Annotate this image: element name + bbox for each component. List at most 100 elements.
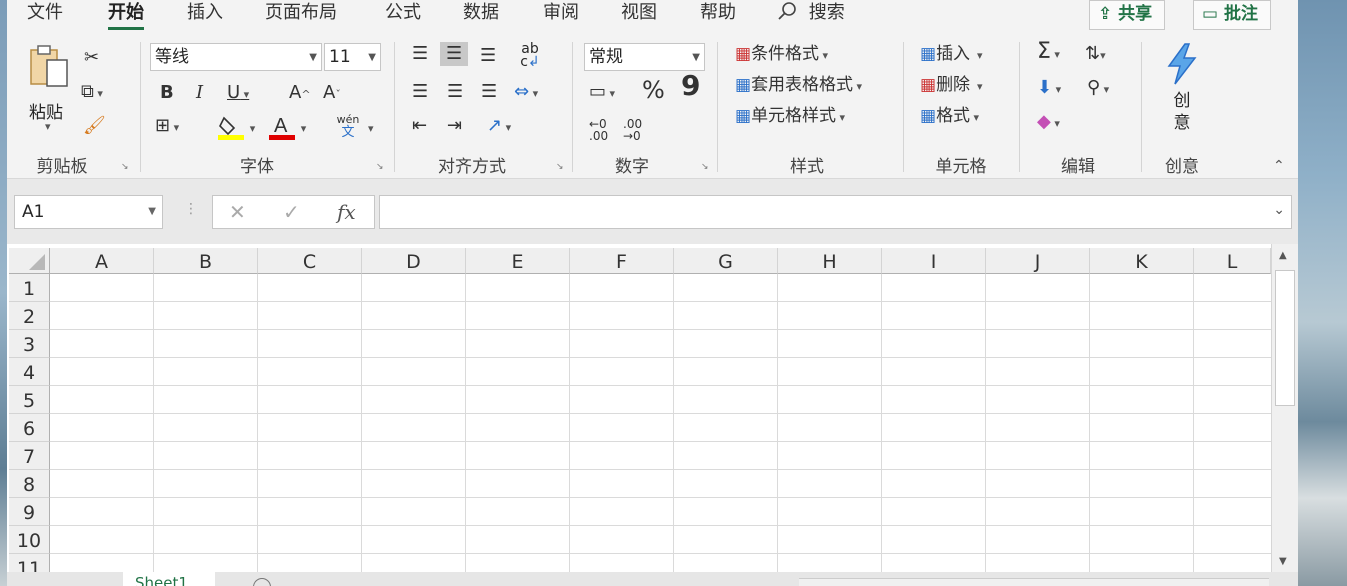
font-size-combo[interactable]: 11 ▼ xyxy=(324,43,381,71)
delete-cells-button[interactable]: ▦删除 ▾ xyxy=(920,74,983,98)
tab-help[interactable]: 帮助 xyxy=(700,0,736,30)
bold-icon[interactable]: B xyxy=(160,83,174,103)
horizontal-scrollbar[interactable] xyxy=(799,578,1269,586)
row-header-2[interactable]: 2 xyxy=(9,302,50,330)
collapse-ribbon-icon[interactable]: ⌃ xyxy=(1273,156,1285,176)
align-top-icon[interactable]: ☰ xyxy=(412,44,428,64)
expand-formula-icon[interactable]: ⌄ xyxy=(1273,202,1285,218)
orientation-icon[interactable]: ↗ ▾ xyxy=(487,116,511,138)
paste-button[interactable]: 粘贴 ▾ xyxy=(25,42,73,134)
paste-dropdown-icon[interactable]: ▾ xyxy=(45,120,51,133)
search-box[interactable]: 搜索 xyxy=(777,0,845,30)
align-bottom-icon[interactable]: ☰ xyxy=(480,46,496,66)
tab-page-layout[interactable]: 页面布局 xyxy=(265,0,337,30)
insert-function-button[interactable]: fx xyxy=(337,200,356,224)
format-painter-icon[interactable]: 🖌 xyxy=(83,116,106,136)
phonetic-guide-icon[interactable]: wén 文 xyxy=(333,114,363,140)
italic-icon[interactable]: I xyxy=(196,83,203,103)
align-right-icon[interactable]: ☰ xyxy=(481,82,497,102)
formula-input[interactable]: ⌄ xyxy=(379,195,1292,229)
select-all-corner[interactable] xyxy=(9,248,50,274)
insert-cells-button[interactable]: ▦插入 ▾ xyxy=(920,43,983,67)
vertical-scrollbar[interactable]: ▲ ▼ xyxy=(1271,244,1298,578)
column-header-a[interactable]: A xyxy=(50,248,154,274)
row-header-1[interactable]: 1 xyxy=(9,274,50,302)
column-header-g[interactable]: G xyxy=(674,248,778,274)
tab-file[interactable]: 文件 xyxy=(27,0,63,30)
fill-icon[interactable]: ⬇ ▾ xyxy=(1037,78,1061,100)
cell-styles-button[interactable]: ▦单元格样式 ▾ xyxy=(735,105,845,129)
align-left-icon[interactable]: ☰ xyxy=(412,82,428,102)
row-header-9[interactable]: 9 xyxy=(9,498,50,526)
clipboard-launcher-icon[interactable]: ↘ xyxy=(121,162,129,172)
borders-icon[interactable]: ⊞ ▾ xyxy=(155,116,179,138)
scroll-thumb[interactable] xyxy=(1275,270,1295,406)
align-center-icon[interactable]: ☰ xyxy=(447,82,463,102)
scroll-down-icon[interactable]: ▼ xyxy=(1279,556,1287,567)
cut-icon[interactable]: ✂ xyxy=(84,48,99,68)
column-header-b[interactable]: B xyxy=(154,248,258,274)
comma-style-icon[interactable]: 9 xyxy=(681,72,700,100)
number-format-combo[interactable]: 常规 ▼ xyxy=(584,43,705,71)
underline-icon[interactable]: U ▾ xyxy=(227,83,249,105)
clear-icon[interactable]: ◆ ▾ xyxy=(1037,112,1060,134)
copy-icon[interactable]: ⧉ ▾ xyxy=(81,82,103,104)
row-header-6[interactable]: 6 xyxy=(9,414,50,442)
comments-button[interactable]: ▭ 批注 xyxy=(1193,0,1271,30)
row-header-3[interactable]: 3 xyxy=(9,330,50,358)
conditional-formatting-button[interactable]: ▦条件格式 ▾ xyxy=(735,43,828,67)
percent-style-icon[interactable]: % xyxy=(642,78,665,102)
scroll-up-icon[interactable]: ▲ xyxy=(1279,250,1287,261)
row-header-7[interactable]: 7 xyxy=(9,442,50,470)
column-header-l[interactable]: L xyxy=(1194,248,1271,274)
share-button[interactable]: ⇪ 共享 xyxy=(1089,0,1166,30)
cancel-icon[interactable]: ✕ xyxy=(229,200,246,224)
tab-review[interactable]: 审阅 xyxy=(543,0,579,30)
column-header-c[interactable]: C xyxy=(258,248,362,274)
column-header-k[interactable]: K xyxy=(1090,248,1194,274)
increase-font-icon[interactable]: A^ xyxy=(289,83,311,105)
column-gridline xyxy=(361,274,362,586)
autosum-icon[interactable]: Σ ▾ xyxy=(1037,41,1060,65)
column-header-f[interactable]: F xyxy=(570,248,674,274)
align-middle-icon[interactable]: ☰ xyxy=(440,42,469,66)
font-launcher-icon[interactable]: ↘ xyxy=(376,162,384,172)
name-box[interactable]: A1 ▼ xyxy=(14,195,163,229)
format-as-table-button[interactable]: ▦套用表格格式 ▾ xyxy=(735,74,862,98)
tab-formulas[interactable]: 公式 xyxy=(385,0,421,30)
number-launcher-icon[interactable]: ↘ xyxy=(701,162,709,172)
decrease-font-icon[interactable]: Aˇ xyxy=(323,83,341,105)
sort-filter-icon[interactable]: ⇅▾ xyxy=(1085,44,1106,66)
tab-data[interactable]: 数据 xyxy=(463,0,499,30)
find-select-icon[interactable]: ⚲ ▾ xyxy=(1087,78,1109,100)
row-header-5[interactable]: 5 xyxy=(9,386,50,414)
decrease-indent-icon[interactable]: ⇤ xyxy=(412,116,427,136)
column-header-e[interactable]: E xyxy=(466,248,570,274)
alignment-launcher-icon[interactable]: ↘ xyxy=(556,162,564,172)
row-header-8[interactable]: 8 xyxy=(9,470,50,498)
column-header-h[interactable]: H xyxy=(778,248,882,274)
merge-center-icon[interactable]: ⇔ ▾ xyxy=(514,82,538,104)
format-cells-button[interactable]: ▦格式 ▾ xyxy=(920,105,979,129)
creativity-button[interactable]: 创意 xyxy=(1162,42,1202,134)
column-header-i[interactable]: I xyxy=(882,248,986,274)
increase-decimal-icon[interactable]: ←0.00 xyxy=(589,118,608,142)
worksheet-grid[interactable]: ABCDEFGHIJKL 1 2 3 4 5 6 7 8 9 10 11 xyxy=(7,244,1271,586)
tab-insert[interactable]: 插入 xyxy=(187,0,223,30)
enter-icon[interactable]: ✓ xyxy=(283,200,300,224)
column-header-j[interactable]: J xyxy=(986,248,1090,274)
increase-indent-icon[interactable]: ⇥ xyxy=(447,116,462,136)
decrease-decimal-icon[interactable]: .00 →0 xyxy=(623,118,642,142)
wrap-text-icon[interactable]: ab c↲ xyxy=(517,42,543,69)
fill-color-icon[interactable]: ▾ xyxy=(218,114,255,145)
font-color-icon[interactable]: A ▾ xyxy=(269,114,306,145)
row-header-4[interactable]: 4 xyxy=(9,358,50,386)
row-header-10[interactable]: 10 xyxy=(9,526,50,554)
column-header-d[interactable]: D xyxy=(362,248,466,274)
sheet-tab[interactable]: Sheet1 xyxy=(123,572,215,586)
font-name-combo[interactable]: 等线 ▼ xyxy=(150,43,322,71)
accounting-format-icon[interactable]: ▭ ▾ xyxy=(589,82,615,104)
chevron-down-icon[interactable]: ▾ xyxy=(368,122,374,135)
tab-view[interactable]: 视图 xyxy=(621,0,657,30)
tab-home[interactable]: 开始 xyxy=(108,0,144,30)
